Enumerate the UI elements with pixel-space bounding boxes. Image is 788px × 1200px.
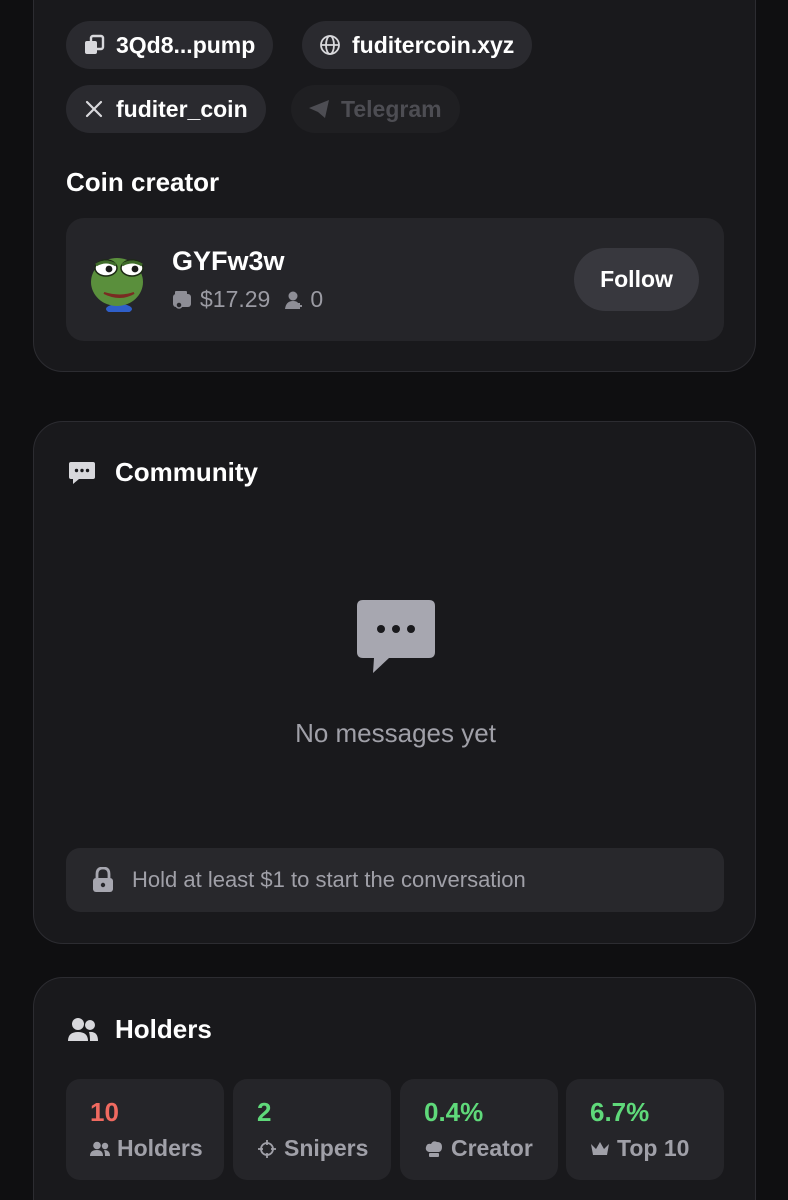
users-icon — [90, 1141, 110, 1157]
stat-holders-value: 10 — [90, 1097, 119, 1127]
crown-icon — [590, 1140, 610, 1158]
stat-creator: 0.4% Creator — [400, 1079, 558, 1180]
stat-holders: 10 Holders — [66, 1079, 224, 1180]
telegram-chip[interactable]: Telegram — [291, 85, 460, 133]
website-label: fuditercoin.xyz — [352, 31, 515, 58]
community-heading: Community — [115, 457, 258, 487]
holders-card: Holders 10 Holders 2 Snipers 0.4% Creato… — [33, 977, 756, 1200]
lock-icon — [92, 867, 114, 893]
empty-messages-text: No messages yet — [295, 718, 496, 748]
creator-name: GYFw3w — [172, 246, 285, 276]
twitter-label: fuditer_coin — [116, 95, 248, 122]
creator-profile[interactable]: GYFw3w $17.29 0 Follow — [66, 218, 724, 341]
chef-hat-icon — [424, 1139, 444, 1159]
hold-requirement-text: Hold at least $1 to start the conversati… — [132, 867, 526, 892]
globe-icon — [318, 33, 342, 57]
creator-avatar — [90, 248, 148, 314]
creator-followers: 0 — [310, 286, 324, 312]
website-chip[interactable]: fuditercoin.xyz — [302, 21, 533, 69]
hold-requirement-notice: Hold at least $1 to start the conversati… — [66, 848, 724, 912]
wallet-icon — [172, 290, 194, 310]
x-logo-icon — [82, 97, 106, 121]
holders-heading: Holders — [115, 1014, 212, 1044]
person-add-icon — [284, 290, 304, 310]
stat-snipers-label: Snipers — [284, 1135, 369, 1161]
contract-address-label: 3Qd8...pump — [116, 31, 256, 58]
coin-creator-heading: Coin creator — [66, 167, 220, 197]
follow-button[interactable]: Follow — [574, 248, 699, 311]
creator-balance: $17.29 — [200, 286, 271, 312]
coin-info-card: 3Qd8...pump fuditercoin.xyz fuditer_coin… — [33, 0, 756, 372]
creator-meta: $17.29 0 — [172, 286, 323, 313]
empty-chat-icon — [355, 598, 437, 681]
contract-address-chip[interactable]: 3Qd8...pump — [66, 21, 274, 69]
telegram-label: Telegram — [341, 95, 442, 122]
stat-snipers: 2 Snipers — [233, 1079, 391, 1180]
stat-holders-label: Holders — [117, 1135, 203, 1161]
stat-creator-value: 0.4% — [424, 1097, 484, 1127]
chat-bubble-icon — [68, 459, 96, 492]
stat-creator-label: Creator — [451, 1135, 533, 1161]
stat-top10-label: Top 10 — [617, 1135, 690, 1161]
crosshair-icon — [257, 1139, 277, 1159]
stat-top10-value: 6.7% — [590, 1097, 650, 1127]
users-icon — [68, 1017, 98, 1048]
community-card: Community No messages yet Hold at least … — [33, 421, 756, 944]
twitter-chip[interactable]: fuditer_coin — [66, 85, 266, 133]
stat-top10: 6.7% Top 10 — [566, 1079, 724, 1180]
copy-icon — [82, 33, 106, 57]
stat-snipers-value: 2 — [257, 1097, 272, 1127]
telegram-icon — [307, 97, 331, 121]
